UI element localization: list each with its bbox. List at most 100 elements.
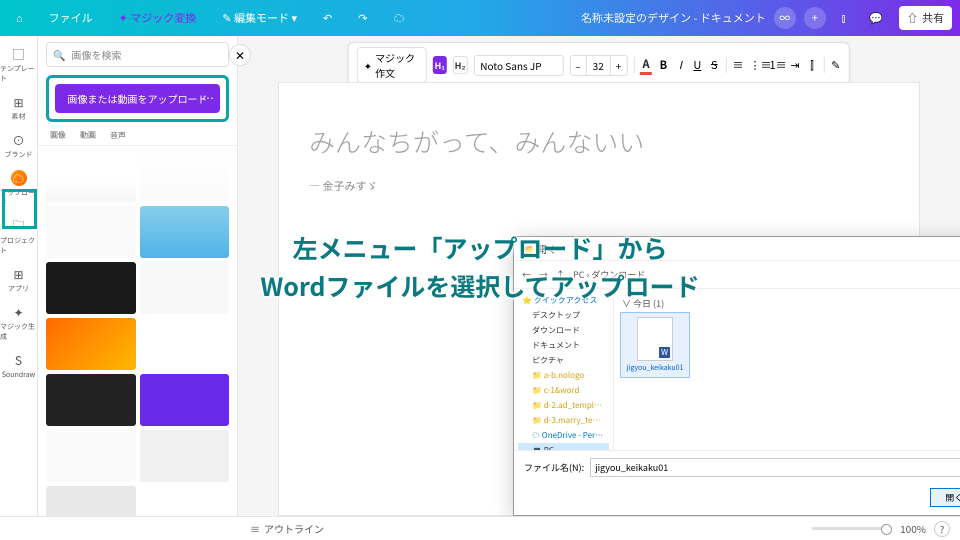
- dialog-file-area[interactable]: ∨ 今日 (1) jigyou_keikaku01: [614, 289, 960, 450]
- upload-more-icon[interactable]: ⋯: [202, 90, 214, 107]
- side-item[interactable]: ドキュメント: [518, 338, 609, 353]
- magic-convert[interactable]: ✦ マジック変換: [111, 6, 205, 30]
- upload-media-button[interactable]: 画像または動画をアップロード ⋯: [55, 84, 220, 113]
- rail-apps[interactable]: ⊞アプリ: [0, 262, 37, 298]
- top-bar: ⌂ ファイル ✦ マジック変換 ✎ 編集モード ▾ ↶ ↷ ☁ 名称未設定のデザ…: [0, 0, 960, 36]
- nav-fwd-icon[interactable]: →: [539, 268, 548, 281]
- align-icon[interactable]: ≡: [733, 57, 744, 73]
- thumbnail[interactable]: [140, 430, 230, 482]
- open-button[interactable]: 開く(O): [930, 488, 960, 507]
- h2-button[interactable]: H₂: [453, 56, 468, 74]
- italic-button[interactable]: I: [675, 57, 686, 73]
- cloud-sync-icon[interactable]: ☁: [385, 6, 412, 30]
- size-value[interactable]: 32: [586, 56, 611, 75]
- rail-magic[interactable]: ✦マジック生成: [0, 300, 37, 346]
- plus-icon[interactable]: +: [804, 7, 826, 29]
- thumbnail[interactable]: [140, 318, 230, 370]
- h1-button[interactable]: H₁: [433, 56, 447, 74]
- apps-icon: ⊞: [11, 266, 27, 282]
- magic-label: マジック変換: [130, 10, 196, 26]
- thumbnail[interactable]: [140, 374, 230, 426]
- spacing-icon[interactable]: ⫿: [807, 57, 818, 73]
- file-item-selected[interactable]: jigyou_keikaku01: [620, 312, 690, 378]
- thumbnail[interactable]: [140, 150, 230, 202]
- list-icon[interactable]: ⋮≡: [750, 57, 764, 73]
- doc-heading[interactable]: みんなちがって、みんないい: [309, 123, 889, 160]
- doc-author[interactable]: ― 金子みすゞ: [309, 178, 889, 194]
- nav-up-icon[interactable]: ↑: [556, 268, 565, 281]
- effects-icon[interactable]: ✎: [830, 57, 841, 73]
- analytics-icon[interactable]: ⫾: [834, 6, 854, 30]
- thumbnail[interactable]: [140, 206, 230, 258]
- file-group: ∨ 今日 (1): [620, 295, 960, 312]
- template-icon: ▢: [11, 46, 27, 62]
- file-open-dialog: 📂 開く ✕ ← → ↑ PC › ダウンロード ⭐ クイックアクセス デスクト…: [513, 236, 960, 516]
- quick-access[interactable]: ⭐ クイックアクセス: [518, 293, 609, 308]
- font-select[interactable]: Noto Sans JP: [473, 55, 563, 76]
- upload-tabs: 画像 動画 音声: [38, 126, 237, 146]
- size-minus[interactable]: –: [570, 56, 585, 75]
- bold-button[interactable]: B: [658, 57, 669, 73]
- rail-elements[interactable]: ⊞素材: [0, 90, 37, 126]
- panel-close-button[interactable]: ✕: [229, 44, 251, 66]
- tab-videos[interactable]: 動画: [78, 126, 98, 145]
- doc-title[interactable]: 名称未設定のデザイン - ドキュメント: [581, 10, 766, 26]
- numbered-list-icon[interactable]: 1≡: [770, 57, 784, 73]
- underline-button[interactable]: U: [692, 57, 703, 73]
- side-item[interactable]: デスクトップ: [518, 308, 609, 323]
- side-item[interactable]: 📁 d-2.ad_template: [518, 398, 609, 413]
- undo-icon[interactable]: ↶: [315, 6, 340, 30]
- side-item[interactable]: 📁 a-b.nologo: [518, 368, 609, 383]
- nav-back-icon[interactable]: ←: [522, 268, 531, 281]
- comment-icon[interactable]: 💬: [861, 6, 891, 30]
- rail-soundraw[interactable]: SSoundraw: [0, 348, 37, 384]
- thumbnail[interactable]: [46, 374, 136, 426]
- thumbnail[interactable]: [140, 262, 230, 314]
- thumbnail[interactable]: [46, 318, 136, 370]
- font-size: – 32 +: [569, 55, 627, 76]
- side-item[interactable]: ピクチャ: [518, 353, 609, 368]
- redo-icon[interactable]: ↷: [350, 6, 375, 30]
- thumbnail[interactable]: [140, 486, 230, 516]
- tab-images[interactable]: 画像: [48, 126, 68, 145]
- search-input[interactable]: 🔍 画像を検索: [46, 42, 229, 67]
- magic-write[interactable]: ✦ マジック作文: [357, 47, 427, 83]
- side-item[interactable]: 💻 PC: [518, 443, 609, 450]
- upload-thumbnails: [38, 146, 237, 516]
- rail-upload[interactable]: ☁アップロード: [0, 166, 37, 212]
- side-item[interactable]: ☁ OneDrive - Personal: [518, 428, 609, 443]
- canva-icon[interactable]: ∞: [774, 7, 796, 29]
- edit-mode[interactable]: ✎ 編集モード ▾: [214, 6, 305, 30]
- side-item[interactable]: ダウンロード: [518, 323, 609, 338]
- filename-label: ファイル名(N):: [524, 461, 584, 474]
- zoom-value[interactable]: 100%: [900, 521, 926, 536]
- text-color[interactable]: A: [640, 56, 652, 75]
- file-menu[interactable]: ファイル: [41, 6, 101, 30]
- side-item[interactable]: 📁 c-1&word: [518, 383, 609, 398]
- side-rail: ▢テンプレート ⊞素材 ⊙ブランド ☁アップロード 🗀プロジェクト ⊞アプリ ✦…: [0, 36, 38, 516]
- upload-icon: ☁: [11, 170, 27, 186]
- soundraw-icon: S: [11, 352, 27, 368]
- rail-brand[interactable]: ⊙ブランド: [0, 128, 37, 164]
- thumbnail[interactable]: [46, 150, 136, 202]
- thumbnail[interactable]: [46, 486, 136, 516]
- outline-button[interactable]: ≡ アウトライン: [250, 521, 324, 536]
- breadcrumb[interactable]: PC › ダウンロード: [573, 268, 645, 281]
- rail-templates[interactable]: ▢テンプレート: [0, 42, 37, 88]
- zoom-slider[interactable]: [812, 527, 892, 530]
- tab-audio[interactable]: 音声: [108, 126, 128, 145]
- filename-input[interactable]: [590, 458, 960, 477]
- thumbnail[interactable]: [46, 262, 136, 314]
- rail-projects[interactable]: 🗀プロジェクト: [0, 214, 37, 260]
- size-plus[interactable]: +: [611, 56, 627, 75]
- help-icon[interactable]: ?: [934, 521, 950, 537]
- home-icon[interactable]: ⌂: [8, 6, 31, 30]
- thumbnail[interactable]: [46, 206, 136, 258]
- strike-button[interactable]: S: [709, 57, 720, 73]
- upload-panel: ✕ 🔍 画像を検索 画像または動画をアップロード ⋯ 画像 動画 音声: [38, 36, 238, 516]
- share-button[interactable]: ⇧ 共有: [899, 6, 952, 30]
- indent-icon[interactable]: ⇥: [790, 57, 801, 73]
- thumbnail[interactable]: [46, 430, 136, 482]
- word-file-icon: [637, 317, 673, 361]
- side-item[interactable]: 📁 d-3.marry_template: [518, 413, 609, 428]
